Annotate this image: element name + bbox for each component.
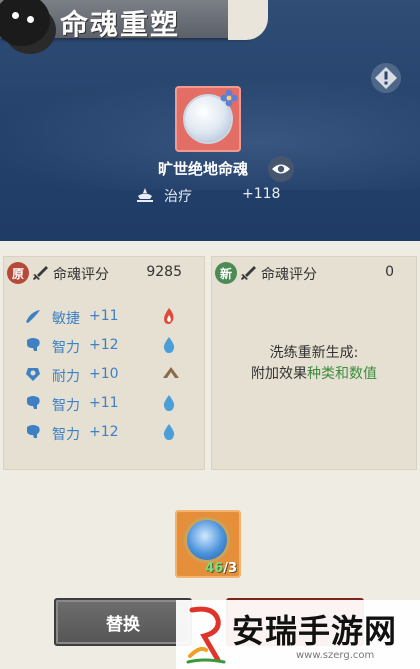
earth-mountain-icon [163,367,179,378]
page-title: 命魂重塑 [60,8,181,41]
preview-eye-button[interactable] [268,156,294,182]
refresh-note: 洗练重新生成: 附加效果种类和数值 [212,343,416,385]
sword-icon [241,266,256,280]
ink-eye-left [12,12,19,19]
healing-icon [137,188,153,202]
stat-row: 耐力 +10 [4,363,204,387]
item-name: 旷世绝地命魂 [158,160,249,178]
original-score-value: 9285 [146,264,182,280]
refresh-note-highlight: 种类和数值 [307,366,377,382]
main-stat-value: +118 [242,186,281,202]
title-bar-cap [228,0,268,40]
watermark-text: 安瑞手游网 [232,612,398,650]
intellect-icon [27,396,40,409]
stat-name: 敏捷 [52,311,80,327]
material-need: /3 [223,561,237,576]
stat-value: +10 [89,366,119,382]
stat-row: 敏捷 +11 [4,305,204,329]
original-seal: 原 [7,262,29,284]
new-seal: 新 [215,262,237,284]
refine-material-card[interactable]: 46/3 [175,510,241,578]
stat-name: 智力 [52,340,80,356]
water-drop-icon [163,337,175,353]
agility-icon [26,310,40,323]
new-score-label: 命魂评分 [261,267,317,283]
material-count: 46/3 [205,561,237,576]
stat-row: 智力 +11 [4,392,204,416]
water-drop-icon [163,395,175,411]
original-score-label: 命魂评分 [53,267,109,283]
top-banner: 命魂重塑 旷世绝地命魂 治疗 +118 [0,0,420,241]
help-diamond-icon [375,67,397,89]
intellect-icon [27,425,40,438]
stat-value: +12 [89,337,119,353]
refresh-note-prefix: 附加效果 [251,366,307,382]
ink-blob-icon [0,0,50,46]
stat-name: 智力 [52,398,80,414]
fire-icon [164,308,174,324]
material-have: 46 [205,561,224,576]
stat-row: 智力 +12 [4,334,204,358]
replace-button[interactable]: 替换 [54,598,192,646]
eye-icon [272,164,290,174]
refresh-note-line2: 附加效果种类和数值 [212,364,416,385]
main-stat: 治疗 +118 [136,186,286,206]
new-score-value: 0 [385,264,394,280]
soul-item-card[interactable] [175,86,241,152]
stat-value: +12 [89,424,119,440]
title-header: 命魂重塑 [0,0,270,46]
watermark-overlay: 安瑞手游网 www.szerg.com [176,600,420,669]
new-panel-header: 新 命魂评分 0 [212,257,416,289]
sword-icon [33,266,48,280]
refresh-note-line1: 洗练重新生成: [269,345,359,361]
flower-badge-icon [220,89,238,107]
help-button[interactable] [371,63,401,93]
stamina-icon [26,368,40,381]
stat-name: 智力 [52,427,80,443]
stat-name: 耐力 [52,369,80,385]
original-panel-header: 原 命魂评分 9285 [4,257,204,289]
main-stat-label: 治疗 [164,189,192,205]
original-stats-panel: 原 命魂评分 9285 敏捷 +11 智力 +12 耐力 +10 智力 +11 … [3,256,205,470]
watermark-logo-icon [186,606,226,664]
ink-eye-right [27,16,34,23]
intellect-icon [27,338,40,351]
new-stats-panel: 新 命魂评分 0 洗练重新生成: 附加效果种类和数值 [211,256,417,470]
refine-gem-icon [187,520,227,560]
stat-row: 智力 +12 [4,421,204,445]
watermark-url: www.szerg.com [296,650,375,661]
stat-value: +11 [89,395,119,411]
stat-value: +11 [89,308,119,324]
water-drop-icon [163,424,175,440]
